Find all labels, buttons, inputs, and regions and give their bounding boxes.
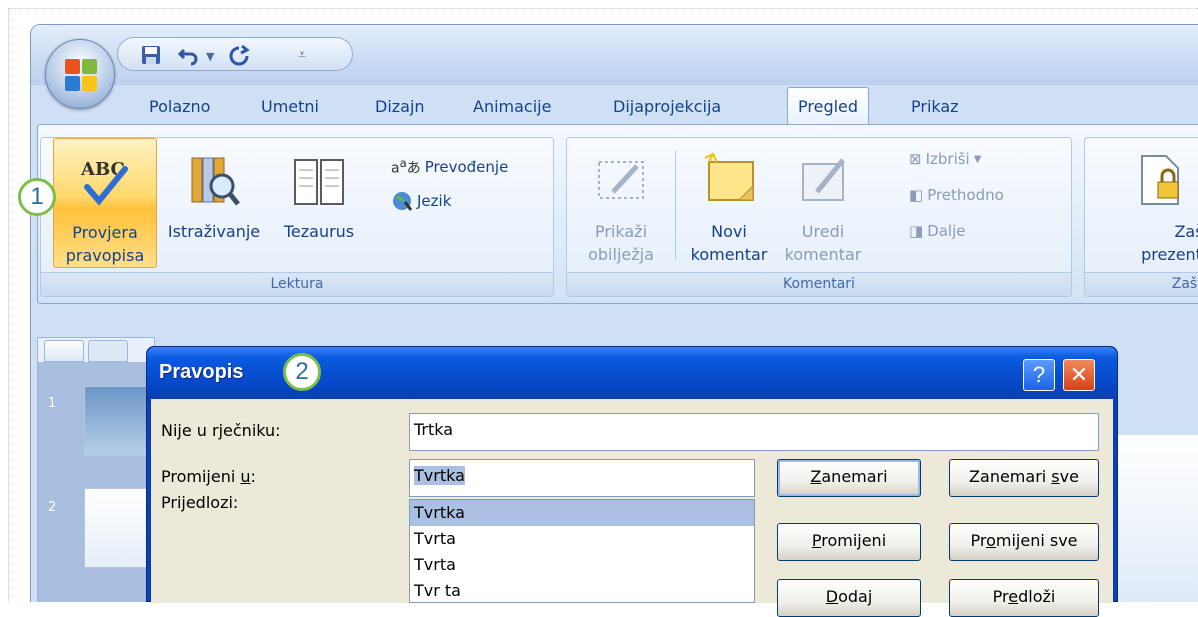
translate-label: Prevođenje [424, 158, 509, 176]
translate-icon: aaあ [391, 156, 421, 177]
callout-number: 2 [283, 353, 321, 391]
suggestions-label: Prijedlozi: [161, 493, 239, 512]
research-button[interactable]: Istraživanje [161, 138, 267, 268]
slide-number: 2 [48, 500, 57, 515]
group-zastiti-label: Zaštiti [1085, 272, 1198, 296]
tab-animacije[interactable]: Animacije [473, 97, 551, 116]
not-in-dictionary-field[interactable]: Trtka [409, 413, 1099, 451]
ignore-button[interactable]: Zanemari [777, 459, 921, 497]
spelling-dialog: Pravopis 2 ? ✕ Nije u rječniku: Trtka Pr… [146, 346, 1118, 617]
suggest-button[interactable]: Predloži [949, 579, 1099, 617]
help-button[interactable]: ? [1023, 359, 1055, 391]
protect-presentation-button[interactable]: Zaštiti prezentaci [1085, 138, 1198, 268]
title-bar: ▼ ⩡ [31, 25, 1198, 109]
edit-comment-button[interactable]: Uredi komentar [773, 138, 873, 268]
thumbnail-list: 1 2 [38, 362, 154, 602]
next-comment-button[interactable]: ◨ Dalje [909, 218, 966, 244]
delete-comment-label: Izbriši [925, 150, 970, 168]
undo-icon[interactable] [178, 44, 200, 66]
new-comment-button[interactable]: Novi komentar [683, 138, 775, 268]
office-button[interactable] [45, 39, 115, 109]
next-comment-label: Dalje [927, 222, 966, 240]
change-to-field[interactable]: Tvrtka [409, 459, 755, 497]
change-button[interactable]: Promijeni [777, 523, 921, 561]
slide-thumbnail-pane: 1 2 [37, 337, 155, 602]
protect-document-icon [1141, 155, 1179, 205]
language-label: Jezik [417, 192, 452, 210]
undo-dropdown-icon[interactable]: ▼ [206, 50, 214, 63]
previous-comment-button[interactable]: ◧ Prethodno [909, 182, 1004, 208]
list-item[interactable]: Tvrta [410, 526, 754, 552]
previous-comment-label: Prethodno [927, 186, 1004, 204]
slide-number: 1 [48, 396, 57, 411]
slide-thumbnail[interactable] [84, 386, 154, 456]
customize-qat-icon[interactable]: ⩡ [298, 47, 306, 63]
show-markup-button[interactable]: Prikaži obilježja [575, 138, 667, 268]
tab-dijaprojekcija[interactable]: Dijaprojekcija [613, 97, 721, 116]
delete-comment-icon: ⊠ [909, 150, 922, 168]
close-button[interactable]: ✕ [1063, 359, 1095, 391]
spell-check-label: Provjera pravopisa [65, 223, 145, 265]
change-all-button[interactable]: Promijeni sve [949, 523, 1099, 561]
edit-comment-label: Uredi komentar [784, 222, 862, 264]
spell-check-button[interactable]: ABC Provjera pravopisa [53, 138, 157, 268]
tab-umetni[interactable]: Umetni [261, 97, 319, 116]
research-label: Istraživanje [167, 222, 261, 241]
group-zastiti: Zaštiti prezentaci Zaštiti [1084, 137, 1198, 297]
redo-icon[interactable] [228, 44, 250, 66]
spell-check-icon: ABC [80, 159, 128, 206]
tab-pregled[interactable]: Pregled [787, 87, 870, 125]
thesaurus-label: Tezaurus [283, 222, 355, 241]
divider [675, 150, 676, 260]
previous-comment-icon: ◧ [909, 186, 924, 204]
thesaurus-button[interactable]: Tezaurus [267, 138, 371, 268]
slides-tab[interactable] [44, 340, 84, 362]
ignore-all-button[interactable]: Zanemari sve [949, 459, 1099, 497]
dialog-title-bar: Pravopis 2 ? ✕ [147, 347, 1117, 399]
list-item[interactable]: Tvrta [410, 552, 754, 578]
dialog-title: Pravopis [159, 361, 244, 383]
language-globe-icon [393, 192, 413, 211]
show-markup-label: Prikaži obilježja [588, 222, 654, 264]
group-lektura: ABC Provjera pravopisa Istraživanje Teza… [40, 137, 554, 297]
list-item[interactable]: Tvrtka [410, 500, 754, 526]
next-comment-icon: ◨ [909, 222, 924, 240]
quick-access-toolbar: ▼ ⩡ [117, 37, 353, 71]
tab-polazno[interactable]: Polazno [149, 97, 210, 116]
outline-tab[interactable] [88, 340, 128, 362]
save-icon[interactable] [140, 44, 162, 66]
translate-button[interactable]: aaあ Prevođenje [391, 154, 508, 180]
language-button[interactable]: Jezik [391, 188, 451, 214]
slide-thumbnail[interactable] [84, 488, 154, 568]
list-item[interactable]: Tvr ta [410, 578, 754, 604]
group-komentari-label: Komentari [567, 272, 1071, 296]
new-comment-icon [704, 152, 754, 201]
office-logo-icon [65, 59, 97, 91]
show-markup-icon [598, 161, 644, 199]
chevron-down-icon: ▼ [973, 153, 982, 165]
suggestions-list[interactable]: Tvrtka Tvrta Tvrta Tvr ta [409, 499, 755, 603]
group-lektura-label: Lektura [41, 272, 553, 296]
edit-comment-icon [802, 158, 845, 201]
not-in-dictionary-label: Nije u rječniku: [161, 421, 281, 440]
tab-prikaz[interactable]: Prikaz [911, 97, 959, 116]
group-komentari: Prikaži obilježja Novi komentar Uredi ko… [566, 137, 1072, 297]
thesaurus-icon [294, 159, 344, 205]
add-button[interactable]: Dodaj [777, 579, 921, 617]
delete-comment-button[interactable]: ⊠ Izbriši ▼ [909, 146, 981, 172]
change-to-label: Promijeni u: [161, 467, 256, 486]
ribbon: ABC Provjera pravopisa Istraživanje Teza… [37, 124, 1198, 304]
dialog-body: Nije u rječniku: Trtka Promijeni u: Tvrt… [151, 399, 1113, 617]
research-icon [191, 157, 240, 206]
callout-number: 1 [18, 178, 56, 216]
new-comment-label: Novi komentar [690, 222, 768, 264]
protect-presentation-label: Zaštiti prezentaci [1141, 222, 1198, 264]
tab-dizajn[interactable]: Dizajn [375, 97, 425, 116]
